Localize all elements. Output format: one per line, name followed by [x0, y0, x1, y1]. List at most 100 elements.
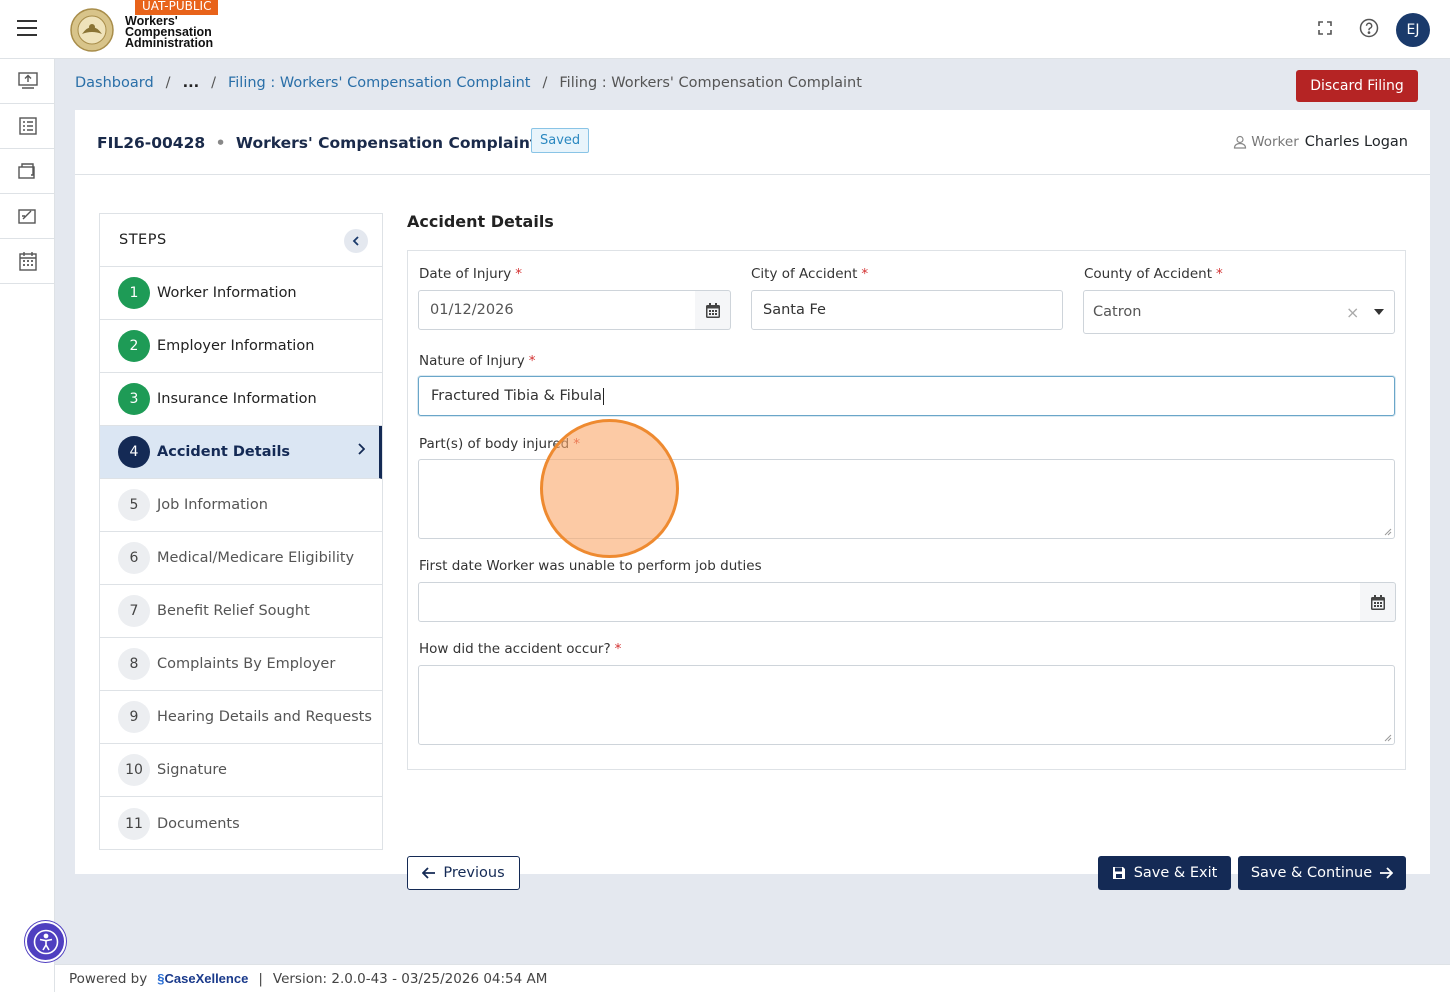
step-label: Employer Information: [157, 338, 315, 354]
step-list: 1 Worker Information 2 Employer Information…: [100, 267, 382, 850]
section-title: Accident Details: [407, 212, 554, 231]
required-mark: *: [614, 641, 622, 657]
nature-of-injury-label: Nature of Injury *: [419, 353, 536, 369]
checklist-icon[interactable]: [0, 104, 55, 149]
left-rail: [0, 59, 55, 992]
step-number: 9: [118, 701, 150, 733]
step-number: 7: [118, 595, 150, 627]
step-label: Worker Information: [157, 285, 297, 301]
body-parts-textarea[interactable]: [418, 459, 1395, 539]
chevron-right-icon: [358, 443, 365, 455]
button-label: Save & Continue: [1250, 865, 1373, 881]
calendar-icon[interactable]: [695, 290, 731, 330]
top-bar: UAT-PUBLIC Workers' Compensation Adminis…: [0, 0, 1450, 59]
brand-logo: §CaseXellence: [157, 971, 248, 986]
steps-panel: STEPS 1 Worker Information 2 Employer Infor…: [99, 213, 383, 850]
label-text: How did the accident occur?: [419, 641, 611, 657]
chevron-down-icon[interactable]: [1374, 309, 1384, 315]
resize-handle[interactable]: [1384, 528, 1392, 536]
accident-details-form: Date of Injury * 01/12/2026 City of Accid…: [407, 250, 1406, 770]
required-mark: *: [1216, 266, 1223, 282]
help-icon[interactable]: [1357, 16, 1381, 40]
breadcrumb-dashboard[interactable]: Dashboard: [75, 75, 154, 91]
user-avatar[interactable]: EJ: [1396, 13, 1430, 47]
step-label: Signature: [157, 762, 227, 778]
document-edit-icon[interactable]: [0, 194, 55, 239]
steps-heading: STEPS: [100, 214, 382, 267]
brand-name: CaseXellence: [164, 971, 249, 986]
city-of-accident-input[interactable]: Santa Fe: [751, 290, 1063, 330]
body-parts-label: Part(s) of body injured *: [419, 436, 580, 452]
breadcrumb-separator: /: [165, 75, 171, 91]
powered-by-label: Powered by: [69, 970, 148, 987]
step-item[interactable]: 7 Benefit Relief Sought: [100, 585, 382, 638]
step-label: Accident Details: [157, 444, 291, 460]
step-item[interactable]: 11 Documents: [100, 797, 382, 850]
nature-of-injury-input[interactable]: Fractured Tibia & Fibula: [418, 376, 1395, 416]
step-label: Insurance Information: [157, 391, 317, 407]
filing-id: FIL26-00428: [97, 134, 206, 152]
label-text: Nature of Injury: [419, 353, 525, 369]
menu-icon[interactable]: [17, 20, 37, 36]
filing-title: FIL26-00428 • Workers' Compensation Comp…: [97, 134, 537, 152]
worker-name: Charles Logan: [1304, 134, 1408, 150]
accident-description-textarea[interactable]: [418, 665, 1395, 745]
breadcrumb-separator: /: [211, 75, 216, 91]
step-item[interactable]: 10 Signature: [100, 744, 382, 797]
step-item[interactable]: 3 Insurance Information: [100, 373, 382, 426]
text-cursor: [603, 387, 605, 405]
city-of-accident-label: City of Accident *: [751, 266, 868, 282]
breadcrumb-filing-link[interactable]: Filing : Workers' Compensation Complaint: [228, 75, 531, 91]
step-number: 3: [118, 383, 150, 415]
chevron-left-icon: [352, 236, 359, 246]
upload-icon[interactable]: [0, 59, 55, 104]
filing-type: Workers' Compensation Complaint: [235, 134, 538, 152]
calendar-icon[interactable]: [0, 239, 55, 284]
required-mark: *: [861, 266, 869, 282]
save-and-continue-button[interactable]: Save & Continue: [1238, 856, 1406, 890]
step-item[interactable]: 5 Job Information: [100, 479, 382, 532]
step-item[interactable]: 4 Accident Details: [100, 426, 382, 479]
clear-selection-icon[interactable]: ×: [1346, 303, 1359, 322]
worker-info: Worker Charles Logan: [1233, 134, 1408, 150]
step-item[interactable]: 2 Employer Information: [100, 320, 382, 373]
step-label: Complaints By Employer: [157, 656, 336, 672]
select-value: Catron: [1093, 304, 1142, 320]
step-number: 11: [118, 807, 150, 840]
breadcrumb-ellipsis[interactable]: ...: [183, 75, 200, 91]
save-and-exit-button[interactable]: Save & Exit: [1098, 856, 1231, 890]
required-mark: *: [515, 266, 522, 282]
status-badge: Saved: [531, 128, 590, 153]
calendar-icon[interactable]: [1360, 582, 1396, 622]
step-item[interactable]: 6 Medical/Medicare Eligibility: [100, 532, 382, 585]
input-value: 01/12/2026: [430, 302, 514, 318]
collapse-steps-button[interactable]: [344, 229, 368, 253]
first-date-unable-input[interactable]: [418, 582, 1361, 622]
step-item[interactable]: 1 Worker Information: [100, 267, 382, 320]
previous-button[interactable]: Previous: [407, 856, 520, 890]
step-number: 5: [118, 489, 150, 521]
breadcrumb: Dashboard / ... / Filing : Workers' Comp…: [75, 75, 862, 91]
county-of-accident-label: County of Accident *: [1084, 266, 1223, 282]
fullscreen-icon[interactable]: [1313, 16, 1337, 40]
filing-header: FIL26-00428 • Workers' Compensation Comp…: [75, 110, 1430, 175]
filing-card: FIL26-00428 • Workers' Compensation Comp…: [75, 110, 1430, 890]
resize-handle[interactable]: [1384, 734, 1392, 742]
date-of-injury-input[interactable]: 01/12/2026: [418, 290, 696, 330]
org-name-line: Administration: [125, 36, 214, 50]
input-value: Santa Fe: [763, 302, 826, 318]
breadcrumb-current: Filing : Workers' Compensation Complaint: [559, 75, 862, 91]
environment-badge: UAT-PUBLIC: [135, 0, 219, 15]
discard-filing-button[interactable]: Discard Filing: [1296, 70, 1418, 102]
briefcase-icon[interactable]: [0, 149, 55, 194]
step-item[interactable]: 9 Hearing Details and Requests: [100, 691, 382, 744]
county-of-accident-select[interactable]: Catron ×: [1083, 290, 1395, 334]
step-label: Medical/Medicare Eligibility: [157, 550, 355, 566]
input-value: Fractured Tibia & Fibula: [431, 388, 603, 404]
label-text: First date Worker was unable to perform …: [419, 558, 762, 574]
step-number: 6: [118, 542, 150, 574]
step-item[interactable]: 8 Complaints By Employer: [100, 638, 382, 691]
worker-label: Worker: [1251, 134, 1299, 150]
button-label: Previous: [443, 865, 505, 881]
accessibility-icon[interactable]: [25, 921, 66, 962]
